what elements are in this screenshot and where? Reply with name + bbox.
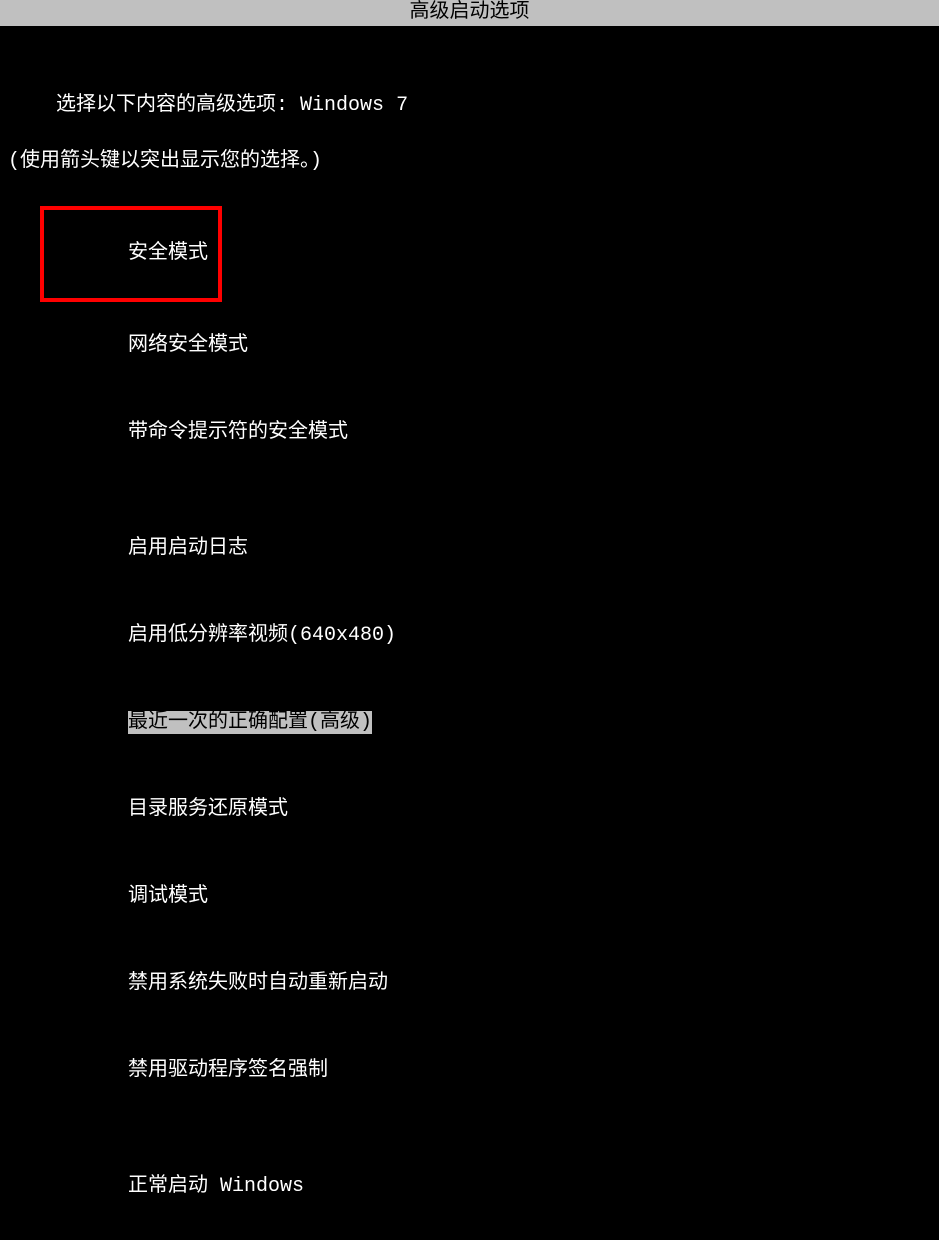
menu-item-low-res-video[interactable]: 启用低分辨率视频(640x480) xyxy=(0,592,939,679)
menu-item-safe-mode-cmd[interactable]: 带命令提示符的安全模式 xyxy=(0,389,939,476)
menu-item-safe-mode[interactable]: 安全模式 xyxy=(40,206,222,302)
menu-item-boot-logging[interactable]: 启用启动日志 xyxy=(0,505,939,592)
menu-item-label: 带命令提示符的安全模式 xyxy=(128,421,348,444)
menu-item-label: 禁用系统失败时自动重新启动 xyxy=(128,972,388,995)
menu-item-label-os: Windows xyxy=(220,1175,304,1198)
menu-item-safe-mode-networking[interactable]: 网络安全模式 xyxy=(0,302,939,389)
menu-group-1: 安全模式 网络安全模式 带命令提示符的安全模式 xyxy=(0,206,939,476)
prompt-prefix: 选择以下内容的高级选项: xyxy=(56,94,288,117)
menu-group-3: 正常启动 Windows xyxy=(0,1143,939,1230)
menu-item-disable-driver-sig[interactable]: 禁用驱动程序签名强制 xyxy=(0,1027,939,1114)
title-text: 高级启动选项 xyxy=(410,1,530,24)
menu-item-label: 目录服务还原模式 xyxy=(128,798,288,821)
menu-item-label: 安全模式 xyxy=(128,242,208,265)
menu-item-start-normally[interactable]: 正常启动 Windows xyxy=(0,1143,939,1230)
menu-item-label: 最近一次的正确配置(高级) xyxy=(128,711,372,734)
hint-text: (使用箭头键以突出显示您的选择。) xyxy=(8,150,322,173)
menu-item-label: 网络安全模式 xyxy=(128,334,248,357)
menu-item-label: 调试模式 xyxy=(128,885,208,908)
prompt-line: 选择以下内容的高级选项: Windows 7 xyxy=(0,64,939,148)
spacer-2 xyxy=(0,1114,939,1143)
menu-item-ds-restore[interactable]: 目录服务还原模式 xyxy=(0,766,939,853)
menu-item-last-known-good[interactable]: 最近一次的正确配置(高级) xyxy=(0,679,939,766)
menu-group-2: 启用启动日志 启用低分辨率视频(640x480) 最近一次的正确配置(高级) 目… xyxy=(0,505,939,1114)
title-bar: 高级启动选项 xyxy=(0,0,939,26)
spacer-1 xyxy=(0,476,939,505)
menu-item-debug-mode[interactable]: 调试模式 xyxy=(0,853,939,940)
hint-line: (使用箭头键以突出显示您的选择。) xyxy=(0,148,939,176)
menu-item-label: 启用启动日志 xyxy=(128,537,248,560)
menu-item-label: 启用低分辨率视频(640x480) xyxy=(128,624,396,647)
menu-item-label-prefix: 正常启动 xyxy=(128,1175,208,1198)
menu-item-disable-auto-restart[interactable]: 禁用系统失败时自动重新启动 xyxy=(0,940,939,1027)
os-name: Windows 7 xyxy=(300,94,408,117)
menu-item-label: 禁用驱动程序签名强制 xyxy=(128,1059,328,1082)
boot-menu-content: 选择以下内容的高级选项: Windows 7 (使用箭头键以突出显示您的选择。)… xyxy=(0,26,939,1240)
